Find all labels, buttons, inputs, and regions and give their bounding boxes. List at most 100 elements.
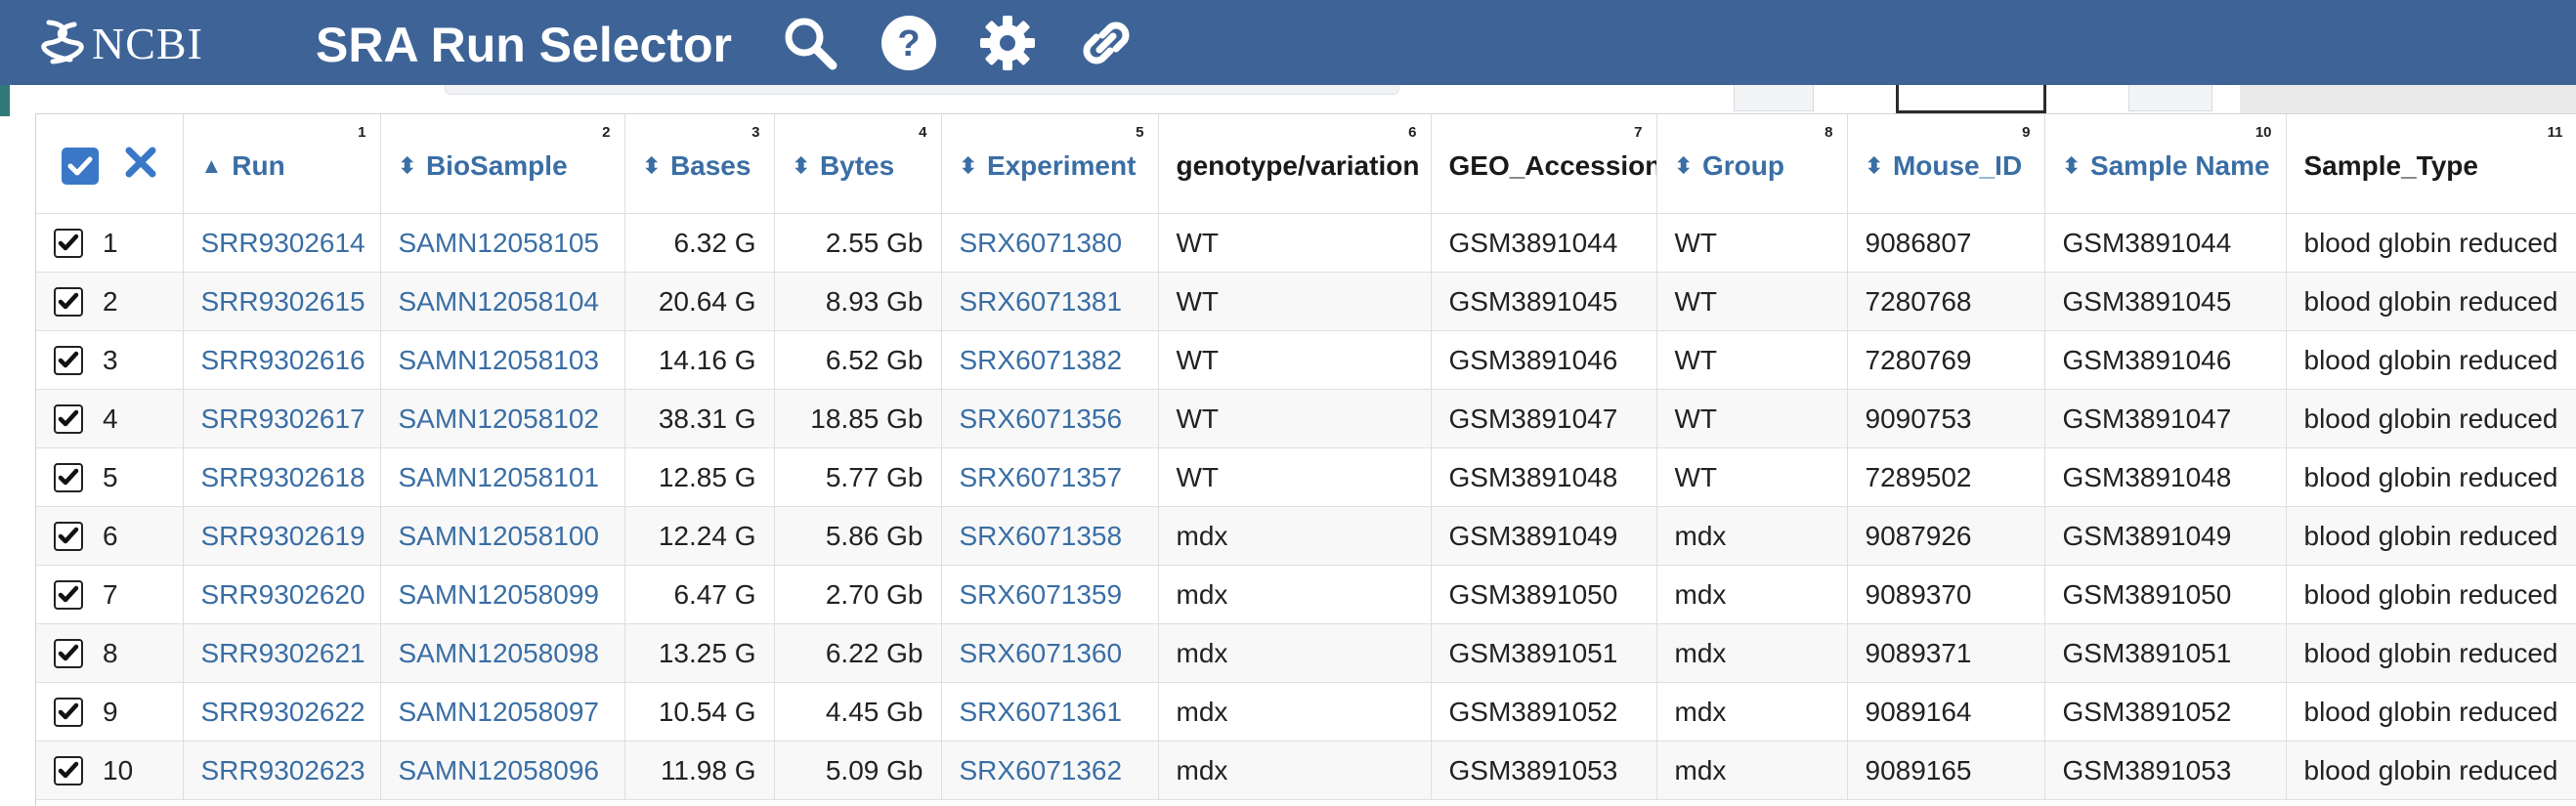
column-header-genotype[interactable]: genotype/variation 6: [1158, 114, 1432, 214]
row-checkbox[interactable]: [54, 229, 83, 259]
logo-text: NCBI: [92, 18, 203, 68]
table-row[interactable]: 3 SRR9302616 SAMN12058103 14.16 G 6.52 Gb SRX…: [36, 330, 2576, 390]
experiment-link[interactable]: SRX6071359: [941, 565, 1159, 624]
toolbar-edge-button[interactable]: [1896, 85, 2046, 113]
help-button[interactable]: ?: [878, 12, 940, 74]
genotype-cell: WT: [1158, 330, 1432, 390]
column-header-mouse-id[interactable]: ⬍ Mouse_ID 9: [1847, 114, 2045, 214]
column-label: Sample_Type: [2303, 149, 2478, 181]
biosample-link[interactable]: SAMN12058099: [380, 565, 625, 624]
experiment-link[interactable]: SRX6071381: [941, 272, 1159, 331]
table-row[interactable]: 5 SRR9302618 SAMN12058101 12.85 G 5.77 Gb SRX…: [36, 447, 2576, 507]
mouse-id-cell: 7289502: [1847, 447, 2045, 507]
check-icon: [58, 234, 79, 251]
toolbar-edge-button[interactable]: [2128, 85, 2212, 111]
column-header-geo-accession[interactable]: GEO_Accession 7: [1431, 114, 1657, 214]
biosample-link[interactable]: SAMN12058098: [380, 623, 625, 683]
run-link[interactable]: SRR9302614: [183, 213, 381, 273]
table-row[interactable]: 10 SRR9302623 SAMN12058096 11.98 G 5.09 Gb SR…: [36, 741, 2576, 800]
table-row[interactable]: 1 SRR9302614 SAMN12058105 6.32 G 2.55 Gb SRX6…: [36, 213, 2576, 273]
toolbar-edge-button[interactable]: [1734, 85, 1814, 111]
select-all-checkbox[interactable]: [61, 147, 99, 185]
row-number: 1: [103, 228, 118, 259]
biosample-link[interactable]: SAMN12058105: [380, 213, 625, 273]
row-checkbox[interactable]: [54, 698, 83, 728]
run-link[interactable]: SRR9302620: [183, 565, 381, 624]
column-header-experiment[interactable]: ⬍ Experiment 5: [941, 114, 1159, 214]
column-label: Bases: [669, 149, 751, 181]
search-button[interactable]: [779, 12, 841, 74]
experiment-link[interactable]: SRX6071357: [941, 447, 1159, 507]
biosample-link[interactable]: SAMN12058101: [380, 447, 625, 507]
biosample-link[interactable]: SAMN12058104: [380, 272, 625, 331]
column-number: 7: [1634, 124, 1643, 141]
ncbi-logo[interactable]: NCBI: [41, 14, 203, 72]
row-checkbox[interactable]: [54, 346, 83, 376]
link-button[interactable]: [1075, 12, 1138, 74]
experiment-link[interactable]: SRX6071362: [941, 741, 1159, 800]
table-row[interactable]: 6 SRR9302619 SAMN12058100 12.24 G 5.86 Gb SRX…: [36, 506, 2576, 566]
row-checkbox[interactable]: [54, 404, 83, 435]
sample-type-cell: blood globin reduced: [2286, 565, 2576, 624]
row-checkbox[interactable]: [54, 639, 83, 669]
experiment-link[interactable]: SRX6071361: [941, 682, 1159, 742]
table-row[interactable]: 9 SRR9302622 SAMN12058097 10.54 G 4.45 Gb SRX…: [36, 682, 2576, 742]
row-checkbox[interactable]: [54, 522, 83, 552]
row-checkbox[interactable]: [54, 463, 83, 493]
sample-name-cell: GSM3891048: [2044, 447, 2287, 507]
column-header-run[interactable]: ▲ Run 1: [183, 114, 381, 214]
check-icon: [67, 156, 93, 175]
column-number: 1: [358, 124, 366, 141]
geo-accession-cell: GSM3891046: [1431, 330, 1657, 390]
column-label: Run: [232, 149, 285, 181]
experiment-link[interactable]: SRX6071358: [941, 506, 1159, 566]
sample-type-cell: blood globin reduced: [2286, 623, 2576, 683]
row-checkbox[interactable]: [54, 756, 83, 786]
clear-selection-button[interactable]: [124, 146, 157, 186]
settings-button[interactable]: [976, 12, 1039, 74]
experiment-link[interactable]: SRX6071380: [941, 213, 1159, 273]
bases-cell: 12.85 G: [624, 447, 775, 507]
run-link[interactable]: SRR9302622: [183, 682, 381, 742]
column-header-bases[interactable]: ⬍ Bases 3: [624, 114, 775, 214]
experiment-link[interactable]: SRX6071356: [941, 389, 1159, 448]
row-checkbox[interactable]: [54, 287, 83, 318]
column-header-group[interactable]: ⬍ Group 8: [1656, 114, 1848, 214]
biosample-link[interactable]: SAMN12058102: [380, 389, 625, 448]
row-select-cell: 6: [36, 506, 184, 566]
column-header-sample-type[interactable]: Sample_Type 11: [2286, 114, 2576, 214]
column-header-biosample[interactable]: ⬍ BioSample 2: [380, 114, 625, 214]
experiment-link[interactable]: SRX6071382: [941, 330, 1159, 390]
column-label: BioSample: [425, 149, 568, 181]
experiment-link[interactable]: SRX6071360: [941, 623, 1159, 683]
biosample-link[interactable]: SAMN12058100: [380, 506, 625, 566]
row-checkbox[interactable]: [54, 580, 83, 611]
table-row[interactable]: 8 SRR9302621 SAMN12058098 13.25 G 6.22 Gb SRX…: [36, 623, 2576, 683]
run-link[interactable]: SRR9302617: [183, 389, 381, 448]
column-header-sample-name[interactable]: ⬍ Sample Name 10: [2044, 114, 2287, 214]
table-row[interactable]: 2 SRR9302615 SAMN12058104 20.64 G 8.93 Gb SRX…: [36, 272, 2576, 331]
run-link[interactable]: SRR9302616: [183, 330, 381, 390]
row-number: 7: [103, 579, 118, 611]
biosample-link[interactable]: SAMN12058103: [380, 330, 625, 390]
check-icon: [58, 469, 79, 486]
sample-type-cell: blood globin reduced: [2286, 447, 2576, 507]
search-icon: [785, 18, 837, 70]
mouse-id-cell: 9089370: [1847, 565, 2045, 624]
group-cell: WT: [1656, 213, 1848, 273]
sample-type-cell: blood globin reduced: [2286, 389, 2576, 448]
sort-icon: ⬍: [959, 152, 977, 178]
table-row[interactable]: 7 SRR9302620 SAMN12058099 6.47 G 2.70 Gb SRX6…: [36, 565, 2576, 624]
biosample-link[interactable]: SAMN12058097: [380, 682, 625, 742]
ncbi-helix-icon: [41, 20, 84, 64]
biosample-link[interactable]: SAMN12058096: [380, 741, 625, 800]
row-number: 10: [103, 755, 134, 786]
run-link[interactable]: SRR9302618: [183, 447, 381, 507]
column-header-bytes[interactable]: ⬍ Bytes 4: [774, 114, 942, 214]
table-row[interactable]: 4 SRR9302617 SAMN12058102 38.31 G 18.85 Gb SR…: [36, 389, 2576, 448]
run-link[interactable]: SRR9302615: [183, 272, 381, 331]
run-link[interactable]: SRR9302623: [183, 741, 381, 800]
run-link[interactable]: SRR9302619: [183, 506, 381, 566]
run-link[interactable]: SRR9302621: [183, 623, 381, 683]
check-icon: [58, 293, 79, 310]
